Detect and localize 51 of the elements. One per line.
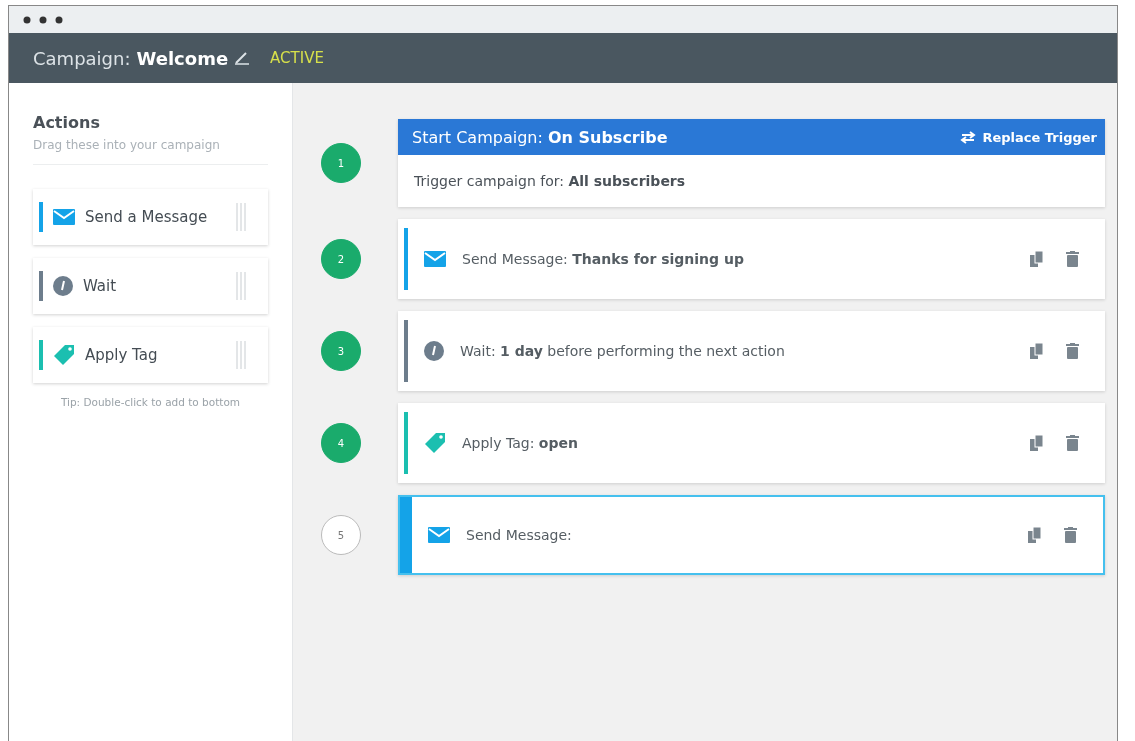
replace-trigger-button[interactable]: Replace Trigger [960,129,1097,145]
step-text: Wait: 1 day before performing the next action [460,343,786,359]
clock-icon [424,341,444,361]
drag-handle-icon[interactable] [236,272,246,300]
action-item[interactable]: Send a Message [33,189,268,245]
tag-icon [53,344,75,366]
step-card[interactable]: Send Message: [398,495,1105,575]
step-number: 5 [321,515,361,555]
trash-icon[interactable] [1064,527,1077,543]
tip-text: Tip: Double-click to add to bottom [59,396,242,408]
trash-icon[interactable] [1066,435,1079,451]
envelope-icon [428,527,450,543]
tag-icon [424,432,446,454]
step-text: Apply Tag: open [462,435,579,451]
campaign-name: Welcome [136,47,229,69]
trash-icon[interactable] [1066,343,1079,359]
sidebar-title: Actions [33,113,101,132]
accent-bar [39,202,43,232]
accent-bar [39,271,43,301]
step-text: Send Message: Thanks for signing up [462,251,745,267]
sidebar-subtitle: Drag these into your campaign [33,138,221,152]
action-item[interactable]: Apply Tag [33,327,268,383]
step-number: 1 [321,143,361,183]
accent-bar [404,228,408,290]
accent-bar [404,320,408,382]
step-card[interactable]: Send Message: Thanks for signing up [398,219,1105,299]
copy-icon[interactable] [1030,251,1044,267]
trigger-description: Trigger campaign for: All subscribers [414,173,686,189]
edit-icon[interactable] [234,51,251,65]
envelope-icon [424,251,446,267]
campaign-label: Campaign: [33,47,131,69]
drag-handle-icon[interactable] [236,203,246,231]
step-card[interactable]: Wait: 1 day before performing the next action [398,311,1105,391]
action-item[interactable]: Wait [33,258,268,314]
accent-bar [404,412,408,474]
copy-icon[interactable] [1028,527,1042,543]
trash-icon[interactable] [1066,251,1079,267]
status-label: ACTIVE [270,49,324,67]
copy-icon[interactable] [1030,343,1044,359]
envelope-icon [53,209,75,225]
clock-icon [53,276,73,296]
step-card[interactable]: Apply Tag: open [398,403,1105,483]
copy-icon[interactable] [1030,435,1044,451]
step-number: 3 [321,331,361,371]
step-number: 4 [321,423,361,463]
step-number: 2 [321,239,361,279]
trigger-title: Start Campaign: On Subscribe [412,127,669,147]
swap-icon [960,130,977,144]
drag-handle-icon[interactable] [236,341,246,369]
step-text: Send Message: [466,527,573,543]
accent-bar [39,340,43,370]
